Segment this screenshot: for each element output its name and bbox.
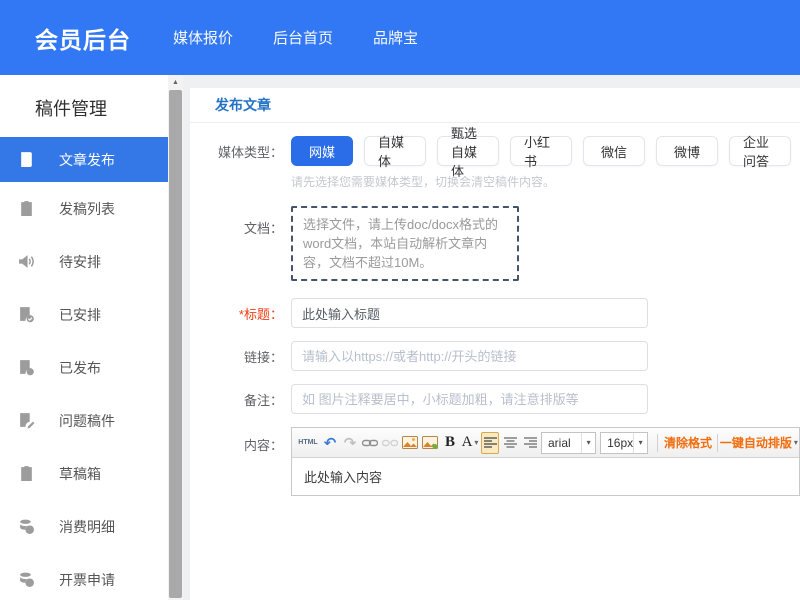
clear-format-button[interactable]: 清除格式	[663, 432, 710, 454]
sidebar-item-label: 草稿箱	[59, 464, 101, 484]
link-row: 链接：	[190, 341, 800, 371]
sidebar-item-label: 问题稿件	[59, 411, 115, 431]
sidebar-item-label: 待安排	[59, 252, 101, 272]
panel-header: 发布文章	[190, 88, 800, 123]
sidebar-item-problem-articles[interactable]: 问题稿件	[0, 394, 168, 447]
media-type-label: 媒体类型：	[190, 142, 287, 161]
sidebar-item-invoice-request[interactable]: 开票申请	[0, 553, 168, 600]
content-row: 内容： HTML ↶ ↷	[190, 427, 800, 600]
editor-toolbar: HTML ↶ ↷	[292, 428, 799, 458]
sidebar-item-label: 发稿列表	[59, 199, 115, 219]
document-label: 文档：	[190, 204, 287, 237]
nav-link-brand-bao[interactable]: 品牌宝	[373, 27, 418, 48]
clipboard-icon	[18, 200, 35, 217]
media-type-button-xiaohongshu[interactable]: 小红书	[510, 136, 572, 166]
media-type-hint-row: 请先选择您需要媒体类型，切换会清空稿件内容。	[190, 173, 800, 190]
sidebar-item-pending[interactable]: 待安排	[0, 235, 168, 288]
font-color-button[interactable]: A ▾	[461, 432, 479, 454]
document-issue-icon	[18, 412, 35, 429]
sidebar-item-label: 已安排	[59, 305, 101, 325]
content-label: 内容：	[190, 427, 287, 454]
insert-link-icon[interactable]	[361, 432, 379, 454]
coins-icon: ¥	[18, 518, 35, 535]
undo-icon[interactable]: ↶	[321, 432, 339, 454]
draft-box-icon	[18, 465, 35, 482]
toolbar-separator	[717, 434, 718, 452]
remove-link-icon[interactable]	[381, 432, 399, 454]
auto-format-button[interactable]: 一键自动排版 ▾	[723, 432, 792, 454]
toolbar-separator	[657, 434, 658, 452]
document-icon	[18, 151, 35, 168]
sidebar-item-label: 消费明细	[59, 517, 115, 537]
media-type-buttons: 网媒 自媒体 甄选自媒体 小红书 微信 微博 企业问答	[291, 136, 800, 166]
page: 会员后台 媒体报价 后台首页 品牌宝 稿件管理 文章发布 发稿列表 待安排	[0, 0, 800, 600]
sidebar-item-label: 已发布	[59, 358, 101, 378]
media-type-row: 媒体类型： 网媒 自媒体 甄选自媒体 小红书 微信 微博 企业问答	[190, 136, 800, 166]
media-type-button-webmedia[interactable]: 网媒	[291, 136, 353, 166]
main-panel: 发布文章 媒体类型： 网媒 自媒体 甄选自媒体 小红书 微信 微博 企业问答	[190, 88, 800, 600]
document-upload-dropzone[interactable]: 选择文件，请上传doc/docx格式的word文档，本站自动解析文章内容，文档不…	[291, 206, 519, 281]
bold-button[interactable]: B	[441, 432, 459, 454]
font-family-select[interactable]: arial ▾	[541, 432, 596, 454]
insert-image-icon[interactable]	[401, 432, 419, 454]
sidebar-item-article-publish[interactable]: 文章发布	[0, 137, 168, 182]
media-type-hint: 请先选择您需要媒体类型，切换会清空稿件内容。	[291, 173, 555, 190]
font-size-select[interactable]: 16px ▾	[600, 432, 648, 454]
align-right-button[interactable]	[521, 432, 539, 454]
page-title: 发布文章	[215, 97, 271, 113]
sidebar-item-drafts[interactable]: 草稿箱	[0, 447, 168, 500]
sidebar: 稿件管理 文章发布 发稿列表 待安排 已安排	[0, 75, 168, 600]
scrollbar-thumb[interactable]	[169, 90, 182, 598]
nav-link-media-quote[interactable]: 媒体报价	[173, 27, 233, 48]
chevron-down-icon: ▾	[474, 438, 478, 447]
nav-link-backend-home[interactable]: 后台首页	[273, 27, 333, 48]
background-strip	[183, 75, 800, 88]
sidebar-scrollbar[interactable]: ▲	[168, 75, 183, 600]
media-type-button-selected-selfmedia[interactable]: 甄选自媒体	[437, 136, 499, 166]
align-center-button[interactable]	[501, 432, 519, 454]
chevron-down-icon: ▾	[581, 433, 595, 453]
sidebar-item-publish-list[interactable]: 发稿列表	[0, 182, 168, 235]
note-label: 备注：	[190, 390, 287, 409]
scrollbar-up-arrow-icon[interactable]: ▲	[168, 75, 183, 89]
publish-form: 媒体类型： 网媒 自媒体 甄选自媒体 小红书 微信 微博 企业问答 请先选择您需…	[190, 123, 800, 600]
sidebar-title: 稿件管理	[0, 75, 168, 137]
top-navbar: 会员后台 媒体报价 后台首页 品牌宝	[0, 0, 800, 75]
media-type-button-selfmedia[interactable]: 自媒体	[364, 136, 426, 166]
document-check-icon	[18, 306, 35, 323]
app-title: 会员后台	[35, 21, 131, 55]
html-source-button[interactable]: HTML	[297, 432, 319, 454]
document-row: 文档： 选择文件，请上传doc/docx格式的word文档，本站自动解析文章内容…	[190, 204, 800, 285]
note-input[interactable]	[291, 384, 648, 414]
sidebar-item-label: 文章发布	[59, 150, 115, 170]
sidebar-item-published[interactable]: 已发布	[0, 341, 168, 394]
sidebar-item-label: 开票申请	[59, 570, 115, 590]
document-published-icon	[18, 359, 35, 376]
align-left-button[interactable]	[481, 432, 499, 454]
note-row: 备注：	[190, 384, 800, 414]
sidebar-item-spending-details[interactable]: ¥ 消费明细	[0, 500, 168, 553]
invoice-icon	[18, 571, 35, 588]
svg-text:¥: ¥	[28, 527, 32, 534]
chevron-down-icon: ▾	[794, 438, 798, 447]
redo-icon[interactable]: ↷	[341, 432, 359, 454]
navbar-links: 媒体报价 后台首页 品牌宝	[173, 27, 458, 48]
media-type-button-wechat[interactable]: 微信	[583, 136, 645, 166]
rich-text-editor: HTML ↶ ↷	[291, 427, 800, 496]
media-type-button-qa[interactable]: 企业问答	[729, 136, 791, 166]
title-row: *标题：	[190, 298, 800, 328]
sidebar-item-scheduled[interactable]: 已安排	[0, 288, 168, 341]
background-strip	[183, 75, 190, 600]
title-label: *标题：	[190, 304, 287, 323]
insert-image-library-icon[interactable]	[421, 432, 439, 454]
link-input[interactable]	[291, 341, 648, 371]
media-type-button-weibo[interactable]: 微博	[656, 136, 718, 166]
editor-content-area[interactable]: 此处输入内容	[292, 458, 799, 495]
megaphone-icon	[18, 253, 35, 270]
link-label: 链接：	[190, 347, 287, 366]
title-input[interactable]	[291, 298, 648, 328]
chevron-down-icon: ▾	[633, 433, 647, 453]
